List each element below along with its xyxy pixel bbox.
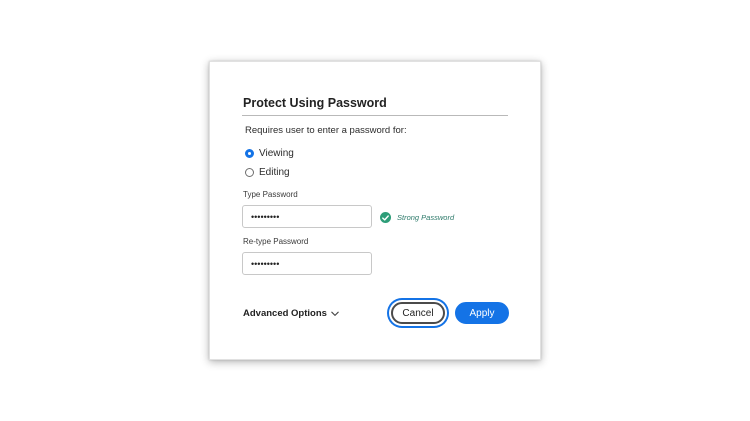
protect-password-dialog: Protect Using Password Requires user to …: [209, 61, 541, 360]
radio-editing-label: Editing: [259, 167, 290, 178]
radio-viewing[interactable]: Viewing: [245, 148, 294, 159]
radio-viewing-label: Viewing: [259, 148, 294, 159]
background: Protect Using Password Requires user to …: [0, 0, 750, 421]
chevron-down-icon: [331, 311, 339, 316]
apply-button[interactable]: Apply: [455, 302, 509, 324]
advanced-options-label: Advanced Options: [243, 308, 327, 319]
checkmark-circle-icon: [380, 212, 391, 223]
dialog-title: Protect Using Password: [243, 96, 387, 110]
title-divider: [242, 115, 508, 116]
intro-text: Requires user to enter a password for:: [245, 125, 407, 136]
advanced-options-toggle[interactable]: Advanced Options: [243, 308, 339, 319]
password-strength-indicator: Strong Password: [380, 212, 454, 223]
type-password-label: Type Password: [243, 190, 298, 199]
cancel-button[interactable]: Cancel: [391, 302, 445, 324]
radio-button-checked-icon[interactable]: [245, 149, 254, 158]
retype-password-input[interactable]: •••••••••: [242, 252, 372, 275]
radio-editing[interactable]: Editing: [245, 167, 290, 178]
type-password-input[interactable]: •••••••••: [242, 205, 372, 228]
strength-text: Strong Password: [397, 213, 455, 222]
radio-button-unchecked-icon[interactable]: [245, 168, 254, 177]
retype-password-label: Re-type Password: [243, 237, 309, 246]
